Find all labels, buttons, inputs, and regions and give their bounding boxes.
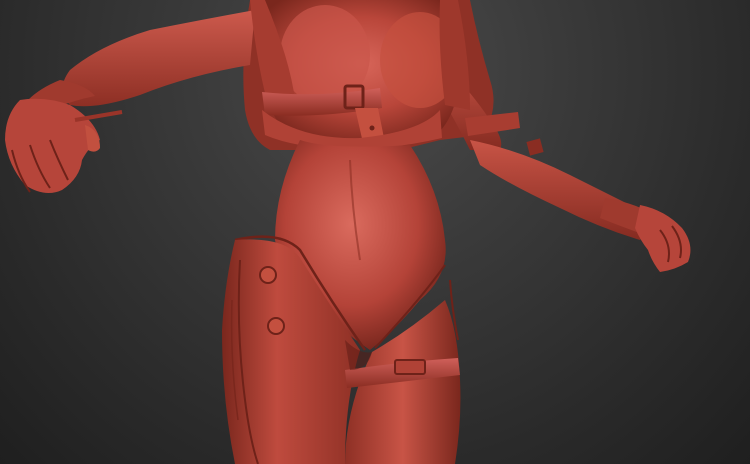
thigh-snap-2 — [267, 317, 285, 335]
sculpt-viewport — [0, 0, 750, 464]
thigh-snap-1 — [259, 266, 277, 284]
left-breast — [280, 5, 370, 105]
strap-rivet-1 — [369, 125, 375, 131]
left-upper-arm — [62, 10, 255, 107]
left-hand — [5, 98, 123, 194]
clay-figure-render — [5, 0, 691, 464]
right-elbow-buckle — [526, 138, 544, 156]
right-hand — [635, 205, 691, 272]
garter-buckle — [394, 359, 426, 375]
